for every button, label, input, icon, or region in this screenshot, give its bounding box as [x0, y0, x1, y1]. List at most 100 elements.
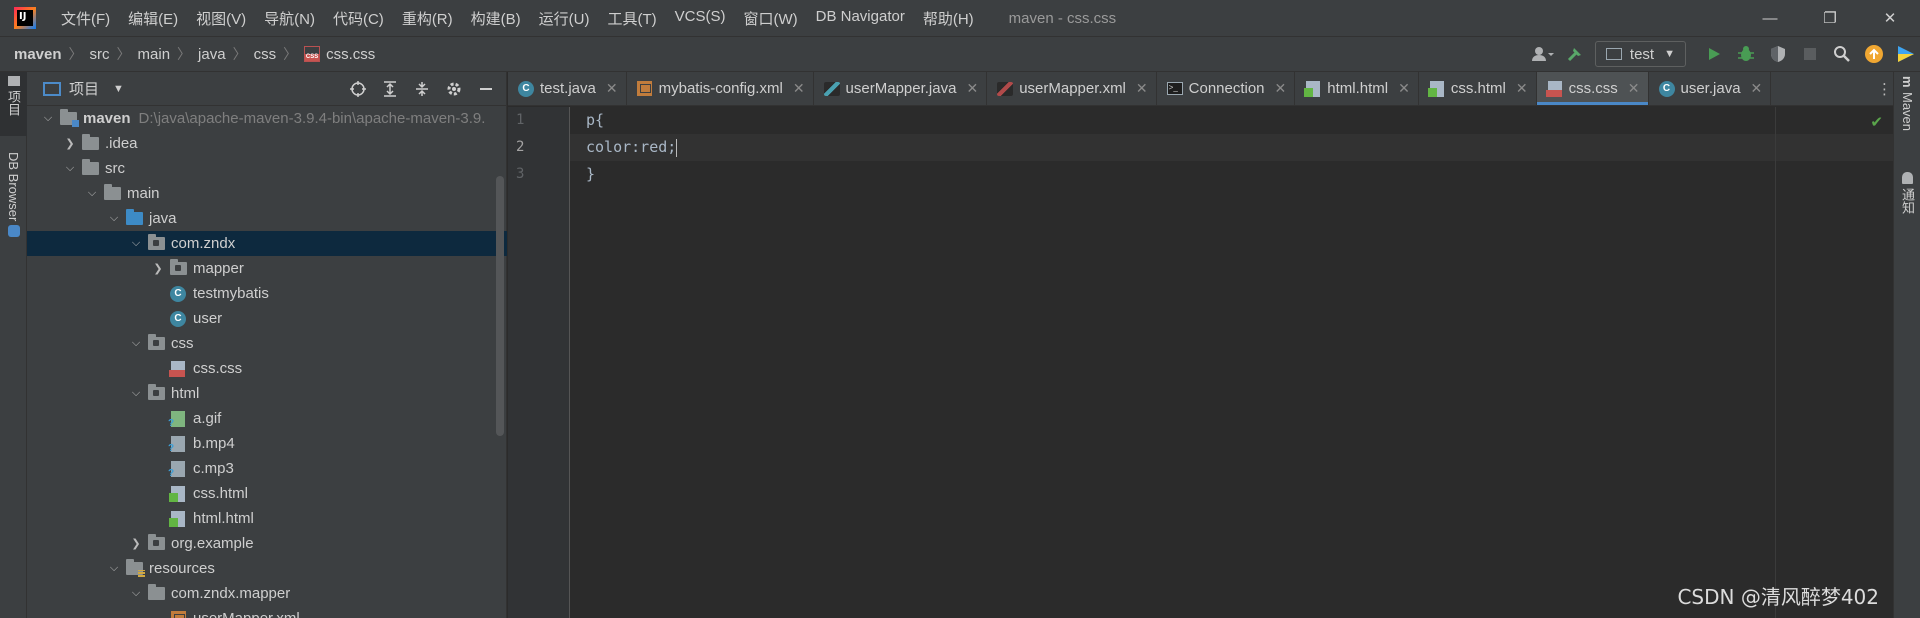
tree-item[interactable]: html.html [27, 506, 507, 531]
chevron-down-icon[interactable]: ⌵ [81, 187, 103, 200]
editor-tab[interactable]: userMapper.xml ✕ [987, 72, 1157, 105]
tree-item[interactable]: ⌵ src [27, 156, 507, 181]
tree-item[interactable]: ⌵ main [27, 181, 507, 206]
tree-item[interactable]: ⌵ com.zndx [27, 231, 507, 256]
menu-item[interactable]: 运行(U) [530, 8, 599, 29]
menu-item[interactable]: 工具(T) [598, 8, 665, 29]
db-browser-tool-tab[interactable]: DB Browser [0, 148, 27, 258]
tree-item[interactable]: ⌵ com.zndx.mapper [27, 581, 507, 606]
collapse-all-icon[interactable] [406, 73, 438, 105]
close-icon[interactable]: ✕ [1275, 80, 1287, 97]
tree-item[interactable]: ⌵ css [27, 331, 507, 356]
editor-tab[interactable]: css.css ✕ [1536, 72, 1649, 105]
tree-item[interactable]: ⌵ resources [27, 556, 507, 581]
editor-tab[interactable]: html.html ✕ [1295, 72, 1419, 105]
close-icon[interactable]: ✕ [1136, 80, 1148, 97]
tree-item[interactable]: c.mp3 [27, 456, 507, 481]
more-tabs-icon[interactable]: ⋮ [1877, 72, 1892, 106]
breadcrumb-item-java[interactable]: java [198, 46, 226, 63]
maven-tool-tab[interactable]: m Maven [1894, 76, 1920, 154]
menu-item[interactable]: 编辑(E) [119, 8, 187, 29]
menu-item[interactable]: 代码(C) [324, 8, 393, 29]
close-icon[interactable]: ✕ [1398, 80, 1410, 97]
no-problems-check-icon[interactable]: ✔ [1870, 113, 1883, 131]
chevron-down-icon[interactable]: ⌵ [37, 112, 59, 125]
user-account-icon[interactable] [1529, 40, 1557, 68]
code-line[interactable]: } [570, 161, 1893, 188]
chevron-down-icon[interactable]: ⌵ [125, 337, 147, 350]
breadcrumb-item-main[interactable]: main [138, 46, 171, 63]
menu-item[interactable]: 文件(F) [52, 8, 119, 29]
chevron-down-icon[interactable]: ⌵ [59, 162, 81, 175]
tree-item[interactable]: Cuser [27, 306, 507, 331]
chevron-down-icon[interactable]: ▼ [113, 83, 124, 95]
update-icon[interactable] [1860, 40, 1888, 68]
chevron-right-icon[interactable]: ❯ [125, 537, 147, 550]
editor-tab[interactable]: mybatis-config.xml ✕ [627, 72, 814, 105]
notifications-tool-tab[interactable]: 通知 [1894, 172, 1920, 242]
chevron-right-icon[interactable]: ❯ [59, 137, 81, 150]
editor-tab[interactable]: css.html ✕ [1419, 72, 1537, 105]
breadcrumb-item-maven[interactable]: maven [14, 46, 62, 63]
close-icon[interactable]: ✕ [606, 80, 618, 97]
breadcrumb-item-file[interactable]: css.css [304, 46, 375, 63]
tree-item[interactable]: ⌵ maven D:\java\apache-maven-3.9.4-bin\apa… [27, 106, 507, 131]
coverage-icon[interactable] [1764, 40, 1792, 68]
chevron-down-icon[interactable]: ⌵ [103, 212, 125, 225]
menu-item[interactable]: DB Navigator [807, 8, 914, 29]
locate-file-icon[interactable] [342, 73, 374, 105]
editor-tab[interactable]: >_ Connection ✕ [1157, 72, 1296, 105]
menu-item[interactable]: 帮助(H) [914, 8, 983, 29]
tree-item[interactable]: ⌵ html [27, 381, 507, 406]
chevron-down-icon[interactable]: ⌵ [125, 387, 147, 400]
search-icon[interactable] [1828, 40, 1856, 68]
expand-all-icon[interactable] [374, 73, 406, 105]
intellij-logo-icon[interactable]: IJ [14, 7, 36, 29]
editor-tab[interactable]: Cuser.java ✕ [1649, 72, 1772, 105]
tree-item[interactable]: ❯ mapper [27, 256, 507, 281]
close-icon[interactable]: ✕ [1516, 80, 1528, 97]
tree-item[interactable]: userMapper.xml [27, 606, 507, 618]
close-window-button[interactable]: ✕ [1860, 0, 1920, 36]
tree-item[interactable]: b.mp4 [27, 431, 507, 456]
close-icon[interactable]: ✕ [1751, 80, 1763, 97]
tree-item[interactable]: ❯ .idea [27, 131, 507, 156]
project-tree-scrollbar[interactable] [496, 176, 504, 436]
run-configuration-selector[interactable]: test ▼ [1594, 41, 1686, 67]
editor-tab[interactable]: Ctest.java ✕ [508, 72, 627, 105]
hide-panel-icon[interactable] [470, 73, 502, 105]
project-panel-title[interactable]: 项目 [69, 78, 99, 99]
chevron-down-icon[interactable]: ⌵ [125, 237, 147, 250]
menu-item[interactable]: 窗口(W) [734, 8, 806, 29]
tree-item[interactable]: css.css [27, 356, 507, 381]
tree-item[interactable]: a.gif [27, 406, 507, 431]
code-with-me-icon[interactable] [1892, 40, 1920, 68]
tree-item[interactable]: Ctestmybatis [27, 281, 507, 306]
project-tool-tab[interactable]: 项目 [0, 72, 27, 136]
menu-item[interactable]: 构建(B) [462, 8, 530, 29]
tree-item[interactable]: ⌵ java [27, 206, 507, 231]
tree-item[interactable]: css.html [27, 481, 507, 506]
build-hammer-icon[interactable] [1561, 40, 1589, 68]
code-area[interactable]: p{color:red;} [570, 107, 1893, 188]
chevron-right-icon[interactable]: ❯ [147, 262, 169, 275]
code-editor[interactable]: 1 2 3 p{color:red;} ✔ CSDN @清风醉梦402 [508, 107, 1893, 618]
debug-icon[interactable] [1732, 40, 1760, 68]
run-icon[interactable] [1700, 40, 1728, 68]
gear-icon[interactable] [438, 73, 470, 105]
minimize-button[interactable]: — [1740, 0, 1800, 36]
menu-item[interactable]: 导航(N) [255, 8, 324, 29]
close-icon[interactable]: ✕ [793, 80, 805, 97]
menu-item[interactable]: 重构(R) [393, 8, 462, 29]
menu-item[interactable]: VCS(S) [666, 8, 735, 29]
code-line[interactable]: color:red; [570, 134, 1893, 161]
breadcrumb-item-css[interactable]: css [254, 46, 277, 63]
close-icon[interactable]: ✕ [966, 80, 978, 97]
close-icon[interactable]: ✕ [1628, 80, 1640, 97]
editor-tab[interactable]: userMapper.java ✕ [814, 72, 988, 105]
restore-button[interactable]: ❐ [1800, 0, 1860, 36]
code-line[interactable]: p{ [570, 107, 1893, 134]
chevron-down-icon[interactable]: ⌵ [103, 562, 125, 575]
breadcrumb-item-src[interactable]: src [90, 46, 110, 63]
menu-item[interactable]: 视图(V) [187, 8, 255, 29]
